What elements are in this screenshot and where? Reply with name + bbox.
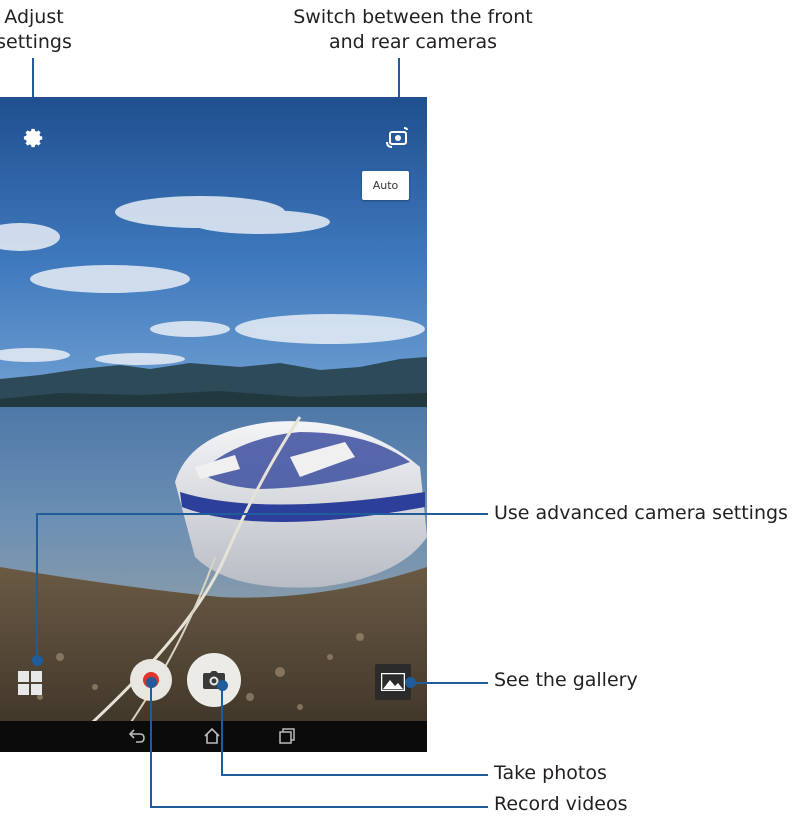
callout-adjust-settings: Adjust settings [0, 5, 84, 55]
callout-dot-advanced [32, 655, 43, 666]
callout-line-advanced-vertical [36, 513, 38, 661]
advanced-settings-button[interactable] [16, 669, 44, 697]
callout-dot-video [146, 677, 157, 688]
settings-button[interactable] [22, 126, 46, 150]
callout-adjust-settings-line1: Adjust [4, 6, 64, 28]
back-button[interactable] [126, 726, 148, 746]
system-navigation-bar [0, 721, 427, 752]
camera-viewfinder[interactable]: Auto [0, 97, 427, 752]
recents-button[interactable] [276, 726, 298, 746]
gallery-icon [381, 673, 405, 691]
switch-camera-icon [386, 127, 408, 148]
callout-line-video-horizontal [150, 806, 488, 808]
gear-icon [23, 128, 43, 148]
auto-mode-button[interactable]: Auto [362, 171, 409, 200]
back-icon [128, 729, 145, 743]
callout-gallery: See the gallery [494, 669, 638, 691]
recents-icon [279, 728, 295, 744]
callout-switch-camera-line2: and rear cameras [328, 31, 497, 53]
callout-line-photos-horizontal [221, 774, 488, 776]
callout-advanced-settings: Use advanced camera settings [494, 502, 788, 524]
callout-dot-gallery [405, 677, 416, 688]
callout-line-advanced-horizontal [36, 513, 488, 515]
take-photo-button[interactable] [187, 653, 241, 707]
callout-line-photos-vertical [221, 685, 223, 776]
callout-switch-camera: Switch between the front and rear camera… [280, 5, 546, 55]
callout-adjust-settings-line2: settings [0, 31, 72, 53]
callout-switch-camera-line1: Switch between the front [293, 6, 533, 28]
callout-record-videos: Record videos [494, 793, 628, 815]
callout-dot-photos [217, 680, 228, 691]
callout-line-gallery [411, 682, 488, 684]
switch-camera-button[interactable] [383, 125, 411, 151]
home-button[interactable] [201, 725, 223, 747]
home-icon [204, 727, 220, 744]
callout-line-video-vertical [150, 682, 152, 808]
grid-modes-icon [18, 671, 42, 695]
callout-take-photos: Take photos [494, 762, 607, 784]
